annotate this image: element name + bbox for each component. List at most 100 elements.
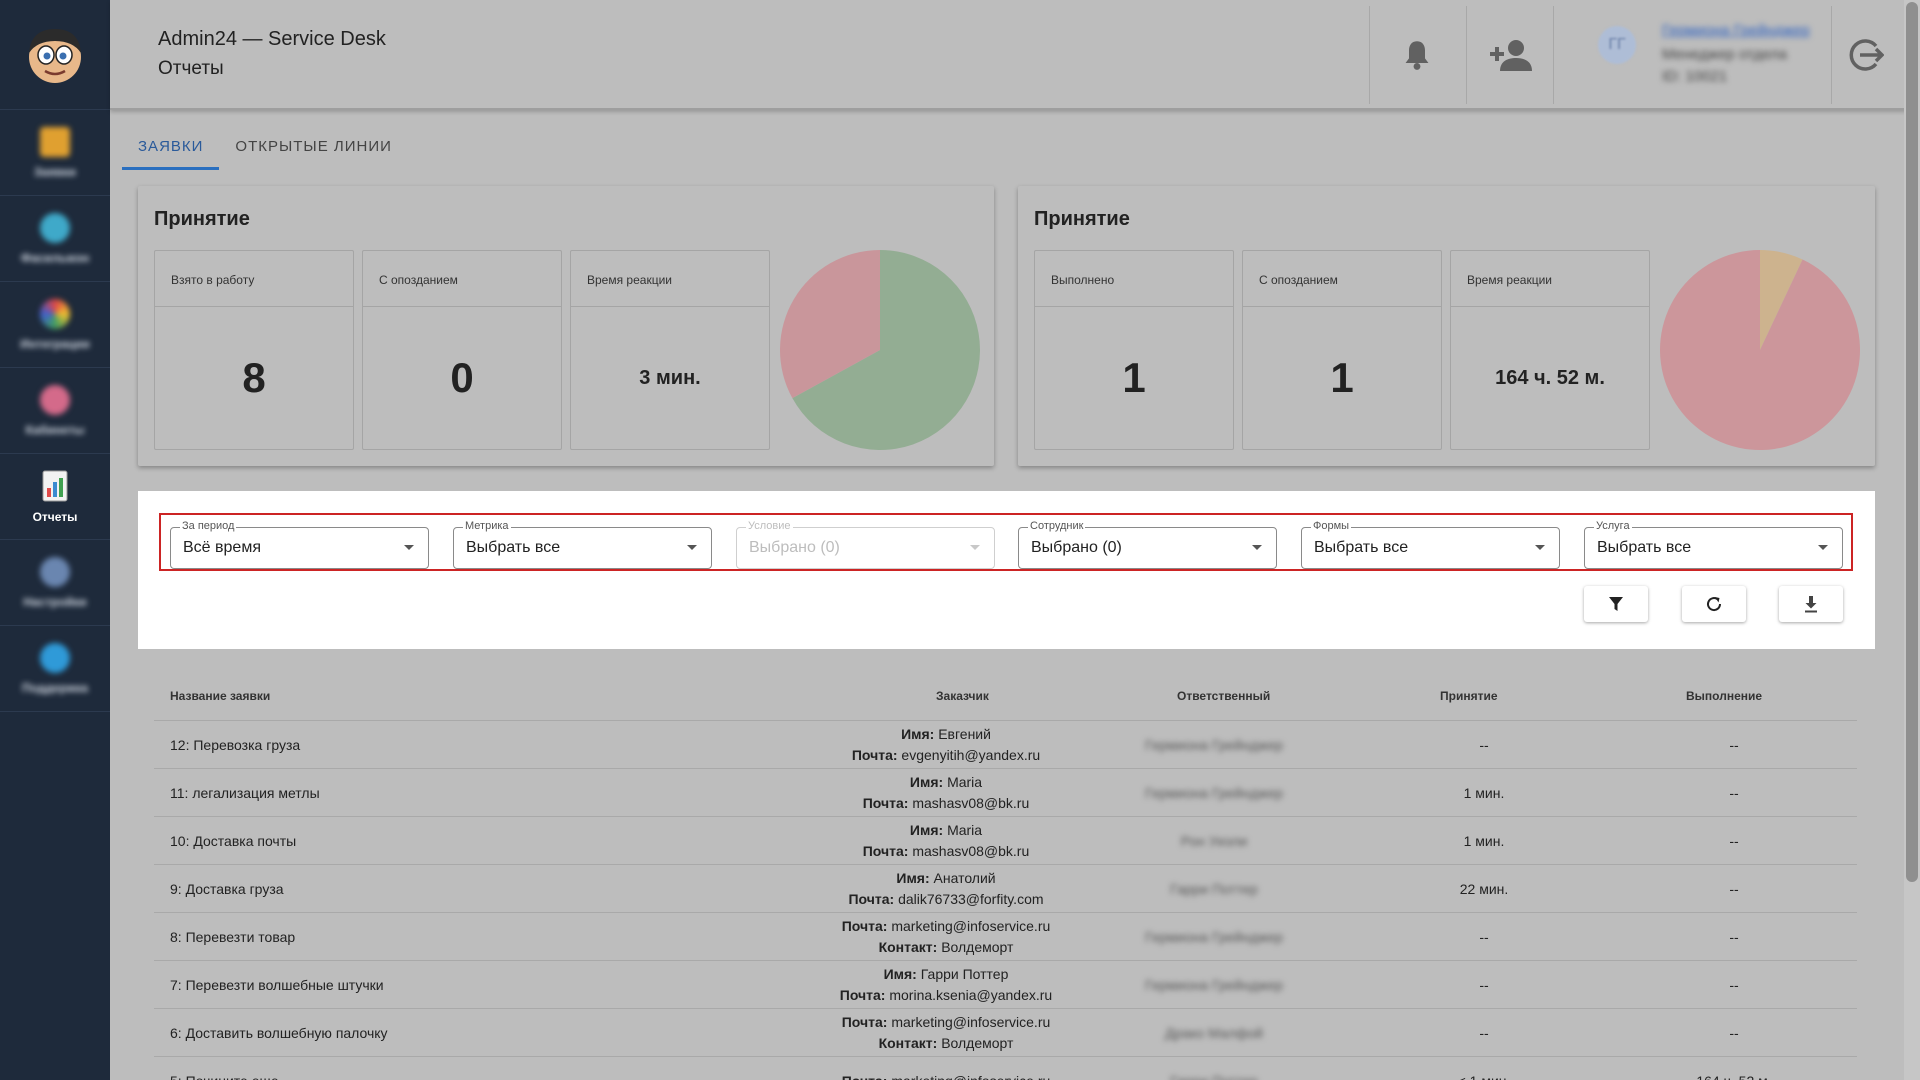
customer-line-value: Евгений: [938, 726, 991, 742]
stat-label: Время реакции: [1451, 251, 1649, 307]
user-role: Менеджер отдела: [1662, 46, 1788, 63]
sidebar-item-reports[interactable]: Отчеты: [0, 454, 110, 540]
customer-line-label: Почта:: [851, 747, 898, 763]
ticket-name[interactable]: 7: Перевезти волшебные штучки: [170, 961, 384, 1009]
ticket-name[interactable]: 11: легализация метлы: [170, 769, 320, 817]
customer-line-label: Имя:: [901, 726, 935, 742]
ticket-name[interactable]: 12: Перевозка груза: [170, 721, 300, 769]
settings-globe-icon: [40, 556, 70, 587]
period-select[interactable]: За период Всё время: [170, 520, 429, 569]
refresh-button[interactable]: [1682, 586, 1746, 622]
tab-open-lines[interactable]: ОТКРЫТЫЕ ЛИНИИ: [219, 130, 408, 170]
ticket-name[interactable]: 5: Почините еще: [170, 1057, 279, 1080]
chevron-down-icon: [404, 545, 414, 550]
service-select[interactable]: Услуга Выбрать все: [1584, 520, 1843, 569]
metric-select[interactable]: Метрика Выбрать все: [453, 520, 712, 569]
tab-tickets[interactable]: ЗАЯВКИ: [122, 130, 220, 170]
support-icon: [40, 642, 70, 673]
pie-slice: [1660, 250, 1860, 450]
responsible: Гарри Поттер: [1114, 1057, 1314, 1080]
customer-line-label: Имя:: [909, 822, 944, 838]
stat-label: Взято в работу: [155, 251, 353, 307]
customer-line: Почта: mashasv08@bk.ru: [863, 793, 1030, 814]
customer-line-value: mashasv08@bk.ru: [912, 843, 1030, 859]
stat-value: 3 мин.: [639, 366, 701, 389]
logo[interactable]: [0, 0, 110, 110]
stat-card-taken: Взято в работу 8: [154, 250, 354, 450]
table-row[interactable]: 9: Доставка груза Имя: Анатолий Почта: dal…: [154, 864, 1857, 912]
table-row[interactable]: 7: Перевезти волшебные штучки Имя: Гарри …: [154, 960, 1857, 1008]
table-row[interactable]: 11: легализация метлы Имя: Maria Почта: ma…: [154, 768, 1857, 816]
done-time: --: [1729, 785, 1739, 801]
stat-label: Время реакции: [571, 251, 769, 307]
user-id: ID: 10021: [1662, 68, 1728, 85]
page-title: Отчеты: [158, 58, 224, 79]
panel-title: Принятие: [1034, 208, 1130, 230]
sidebar-item-7[interactable]: Поддержка: [0, 626, 110, 712]
stat-card-reaction-time: Время реакции 3 мин.: [570, 250, 770, 450]
pie-chart: [780, 250, 980, 450]
customer-line: Почта: evgenyitih@yandex.ru: [852, 745, 1040, 766]
customer-line-value: Волдеморт: [941, 939, 1014, 955]
customer-line-value: marketing@infoservice.ru: [891, 1014, 1051, 1030]
download-button[interactable]: [1779, 586, 1843, 622]
stat-value: 1: [1330, 354, 1354, 401]
ticket-name[interactable]: 9: Доставка груза: [170, 865, 284, 913]
sidebar-item-4[interactable]: Кабинеты: [0, 368, 110, 454]
accepted-time: 22 мин.: [1459, 881, 1509, 897]
responsible: Гермиона Грейнджер: [1145, 977, 1283, 993]
logout-icon: [1849, 39, 1884, 71]
done-time: --: [1729, 833, 1739, 849]
ticket-name[interactable]: 6: Доставить волшебную палочку: [170, 1009, 388, 1057]
customer-line-label: Имя:: [883, 966, 917, 982]
responsible: Драко Малфой: [1165, 1025, 1263, 1041]
customer-line: Контакт: Волдеморт: [879, 1033, 1014, 1054]
table-row[interactable]: 5: Почините еще Почта: marketing@infoserv…: [154, 1056, 1857, 1080]
table-row[interactable]: 6: Доставить волшебную палочку Почта: mar…: [154, 1008, 1857, 1056]
customer-info: Имя: Maria Почта: mashasv08@bk.ru: [774, 817, 1118, 865]
customer-line: Имя: Гарри Поттер: [884, 964, 1009, 985]
heart-icon: [40, 384, 70, 415]
user-name[interactable]: Гермиона Грейнджер: [1662, 22, 1810, 39]
refresh-icon: [1707, 597, 1722, 612]
table-row[interactable]: 8: Перевезти товар Почта: marketing@infos…: [154, 912, 1857, 960]
chevron-down-icon: [970, 545, 980, 550]
responsible: Гермиона Грейнджер: [1145, 785, 1283, 801]
globe-icon: [40, 212, 70, 243]
stat-value: 0: [450, 354, 474, 401]
header-divider: [1831, 6, 1832, 104]
tickets-table: Название заявки Заказчик Ответственный П…: [138, 649, 1875, 1080]
done-time: --: [1729, 737, 1739, 753]
filter-button[interactable]: [1584, 586, 1648, 622]
ticket-name[interactable]: 10: Доставка почты: [170, 817, 296, 865]
ticket-name[interactable]: 8: Перевезти товар: [170, 913, 295, 961]
employee-select[interactable]: Сотрудник Выбрано (0): [1018, 520, 1277, 569]
stat-label: С опозданием: [1243, 251, 1441, 307]
customer-line-value: mashasv08@bk.ru: [912, 795, 1030, 811]
acceptance-panel-right: Принятие Выполнено 1 С опозданием 1 Врем…: [1018, 186, 1875, 466]
sidebar-item-2[interactable]: Фасильмэн: [0, 196, 110, 282]
customer-line-label: Почта:: [839, 987, 886, 1003]
customer-line-label: Имя:: [909, 774, 944, 790]
stat-card-late: С опозданием 0: [362, 250, 562, 450]
sidebar-item-tickets[interactable]: Заявки: [0, 110, 110, 196]
table-row[interactable]: 10: Доставка почты Имя: Maria Почта: masha…: [154, 816, 1857, 864]
scrollbar-thumb[interactable]: [1906, 2, 1918, 882]
customer-info: Имя: Евгений Почта: evgenyitih@yandex.ru: [774, 721, 1118, 769]
forms-select[interactable]: Формы Выбрать все: [1301, 520, 1560, 569]
customer-line-label: Почта:: [841, 918, 888, 934]
customer-info: Почта: marketing@infoservice.ru Контакт: …: [774, 913, 1118, 961]
column-header-customer: Заказчик: [936, 689, 989, 703]
customer-line-value: Анатолий: [933, 870, 996, 886]
add-user-button[interactable]: [1486, 30, 1536, 80]
accepted-time: --: [1479, 977, 1489, 993]
customer-line: Почта: marketing@infoservice.ru: [842, 1012, 1051, 1033]
table-row[interactable]: 12: Перевозка груза Имя: Евгений Почта: ev…: [154, 720, 1857, 768]
customer-line-label: Почта:: [862, 843, 909, 859]
customer-info: Имя: Maria Почта: mashasv08@bk.ru: [774, 769, 1118, 817]
notifications-button[interactable]: [1392, 30, 1442, 80]
sidebar-item-6[interactable]: Настройки: [0, 540, 110, 626]
sidebar-item-3[interactable]: Интеграции: [0, 282, 110, 368]
panel-title: Принятие: [154, 208, 250, 230]
logout-button[interactable]: [1840, 30, 1890, 80]
